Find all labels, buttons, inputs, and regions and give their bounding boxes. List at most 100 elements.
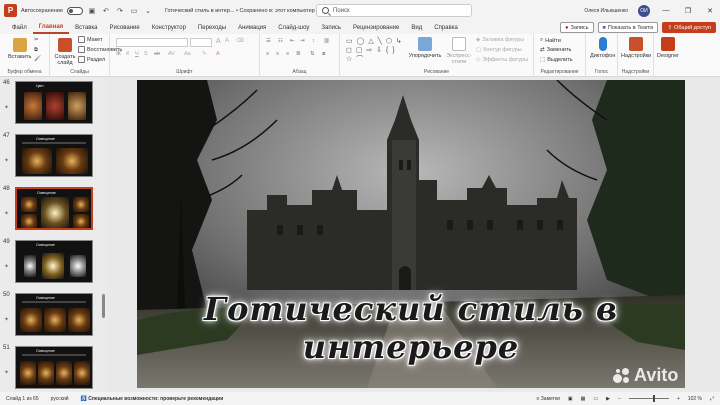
reading-view-icon[interactable]: ▭: [593, 396, 598, 402]
tab-home[interactable]: Главная: [32, 21, 70, 34]
slide-title[interactable]: Готический стиль в интерьере: [137, 290, 685, 366]
close-icon[interactable]: ✕: [704, 7, 716, 15]
zoom-slider[interactable]: [628, 395, 669, 402]
avatar[interactable]: ОИ: [638, 4, 650, 17]
clear-formatting-icon[interactable]: ⌫: [236, 38, 244, 44]
tab-transitions[interactable]: Переходы: [192, 21, 232, 34]
columns-icon[interactable]: ▥: [324, 38, 329, 44]
shadow-icon[interactable]: S: [144, 51, 148, 57]
share-button[interactable]: ⇪ Общий доступ: [662, 22, 716, 33]
thumbnail-image[interactable]: Освещение: [15, 240, 93, 283]
thumbnail-image[interactable]: Освещение: [15, 134, 93, 177]
tab-review[interactable]: Рецензирование: [347, 21, 405, 34]
thumbnail-image[interactable]: Цвет: [15, 81, 93, 124]
tab-help[interactable]: Справка: [428, 21, 464, 34]
customize-toolbar-icon[interactable]: ⌄: [143, 6, 153, 16]
find-button[interactable]: ⌕ Найти: [540, 37, 561, 44]
tab-insert[interactable]: Вставка: [69, 21, 103, 34]
notes-button[interactable]: ≡ Заметки: [536, 396, 559, 402]
arrange-button[interactable]: Упорядочить: [409, 37, 441, 59]
line-spacing-icon[interactable]: ↕: [312, 38, 315, 44]
zoom-in-icon[interactable]: +: [677, 396, 680, 402]
record-button[interactable]: ● Запись: [560, 22, 594, 33]
tab-draw[interactable]: Рисование: [103, 21, 145, 34]
font-size-select[interactable]: [190, 38, 212, 47]
shape-effects-button[interactable]: ◇ Эффекты фигуры: [476, 57, 528, 63]
undo-icon[interactable]: ↶: [101, 6, 111, 16]
decrease-indent-icon[interactable]: ⇤: [290, 38, 295, 44]
dictate-button[interactable]: Диктофон: [590, 37, 615, 59]
redo-icon[interactable]: ↷: [115, 6, 125, 16]
thumbnail-image[interactable]: Освещение: [15, 187, 93, 230]
tab-file[interactable]: Файл: [6, 21, 33, 34]
slide-thumbnails-panel[interactable]: 46 ✦ Цвет 47 ✦ Освещение 48 ✦ Освещение: [0, 78, 107, 392]
slideshow-view-icon[interactable]: ▶: [606, 396, 610, 402]
search-box[interactable]: Поиск: [316, 4, 472, 17]
tab-animations[interactable]: Анимация: [232, 21, 272, 34]
highlight-icon[interactable]: ✎: [202, 51, 207, 57]
layout-button[interactable]: Макет: [78, 36, 103, 43]
change-case-icon[interactable]: Aa: [184, 51, 191, 57]
shape-outline-button[interactable]: ▢ Контур фигуры: [476, 47, 522, 53]
save-icon[interactable]: ▣: [87, 6, 97, 16]
present-in-teams-button[interactable]: ■ Показать в Teams: [597, 22, 659, 33]
zoom-level[interactable]: 102 %: [688, 396, 702, 402]
align-left-icon[interactable]: ≡: [266, 51, 269, 57]
addins-button[interactable]: Надстройки: [621, 37, 651, 59]
accessibility-status[interactable]: ♿ Специальные возможности: проверьте рек…: [81, 396, 224, 402]
thumbnail-46[interactable]: 46 ✦ Цвет: [0, 80, 107, 126]
increase-font-icon[interactable]: A: [216, 38, 221, 45]
format-painter-icon[interactable]: 🖌: [34, 56, 41, 62]
normal-view-icon[interactable]: ▣: [568, 396, 573, 402]
thumbnail-image[interactable]: Освещение: [15, 293, 93, 336]
new-slide-button[interactable]: Создать слайд: [54, 38, 76, 66]
align-right-icon[interactable]: ≡: [286, 51, 289, 57]
quick-styles-button[interactable]: Экспресс-стили: [444, 37, 474, 65]
paste-button[interactable]: Вставить: [8, 38, 31, 60]
replace-button[interactable]: ⇄ Заменить: [540, 47, 571, 53]
italic-icon[interactable]: К: [126, 51, 129, 57]
fit-to-window-icon[interactable]: ⤢: [710, 396, 714, 402]
bullets-icon[interactable]: ☰: [266, 38, 271, 44]
numbering-icon[interactable]: ☷: [278, 38, 283, 44]
section-button[interactable]: Раздел: [78, 56, 105, 63]
shapes-gallery[interactable]: ▭ ◯ △ ╲ ⬡ ↳ ◻ ▢ ⇨ ⇩ { } ☆ ⌒: [346, 37, 404, 64]
language-indicator[interactable]: русский: [51, 396, 69, 402]
bold-icon[interactable]: Ж: [116, 51, 121, 57]
decrease-font-icon[interactable]: A: [225, 38, 229, 44]
char-spacing-icon[interactable]: AV: [168, 51, 175, 57]
increase-indent-icon[interactable]: ⇥: [300, 38, 305, 44]
justify-icon[interactable]: ≣: [296, 51, 301, 57]
slide-sorter-icon[interactable]: ▦: [581, 396, 586, 402]
font-family-select[interactable]: [116, 38, 188, 47]
cut-icon[interactable]: ✂: [34, 37, 39, 43]
align-center-icon[interactable]: ≡: [276, 51, 279, 57]
restore-icon[interactable]: ❐: [682, 7, 694, 15]
underline-icon[interactable]: Ч: [135, 51, 139, 57]
designer-button[interactable]: Designer: [657, 37, 679, 59]
font-color-icon[interactable]: A: [216, 51, 220, 57]
thumbnail-50[interactable]: 50 ✦ Освещение: [0, 292, 107, 338]
shape-fill-button[interactable]: ◈ Заливка фигуры: [476, 37, 524, 43]
tab-design[interactable]: Конструктор: [146, 21, 192, 34]
thumbnail-51[interactable]: 51 ✦ Освещение: [0, 345, 107, 391]
autosave-toggle[interactable]: [66, 6, 83, 15]
user-name[interactable]: Олеся Ильюшенко: [584, 8, 628, 14]
current-slide[interactable]: Готический стиль в интерьере: [137, 80, 685, 388]
zoom-out-icon[interactable]: −: [618, 396, 621, 402]
text-direction-icon[interactable]: ⇅: [310, 51, 315, 57]
document-title[interactable]: Готический стиль в интер... • Сохранено …: [165, 8, 320, 14]
thumbnail-48[interactable]: 48 ✦ Освещение: [0, 186, 107, 232]
strikethrough-icon[interactable]: ab: [154, 51, 160, 57]
tab-view[interactable]: Вид: [405, 21, 428, 34]
minimize-icon[interactable]: —: [660, 7, 672, 14]
tab-slideshow[interactable]: Слайд-шоу: [272, 21, 315, 34]
copy-icon[interactable]: ⧉: [34, 47, 38, 54]
select-button[interactable]: ⬚ Выделить: [540, 57, 573, 63]
tab-record[interactable]: Запись: [315, 21, 347, 34]
thumbnail-scrollbar[interactable]: [102, 294, 105, 318]
thumbnail-49[interactable]: 49 ✦ Освещение: [0, 239, 107, 285]
smartart-icon[interactable]: ⧈: [322, 51, 326, 58]
thumbnail-47[interactable]: 47 ✦ Освещение: [0, 133, 107, 179]
start-slideshow-icon[interactable]: ▭: [129, 6, 139, 16]
